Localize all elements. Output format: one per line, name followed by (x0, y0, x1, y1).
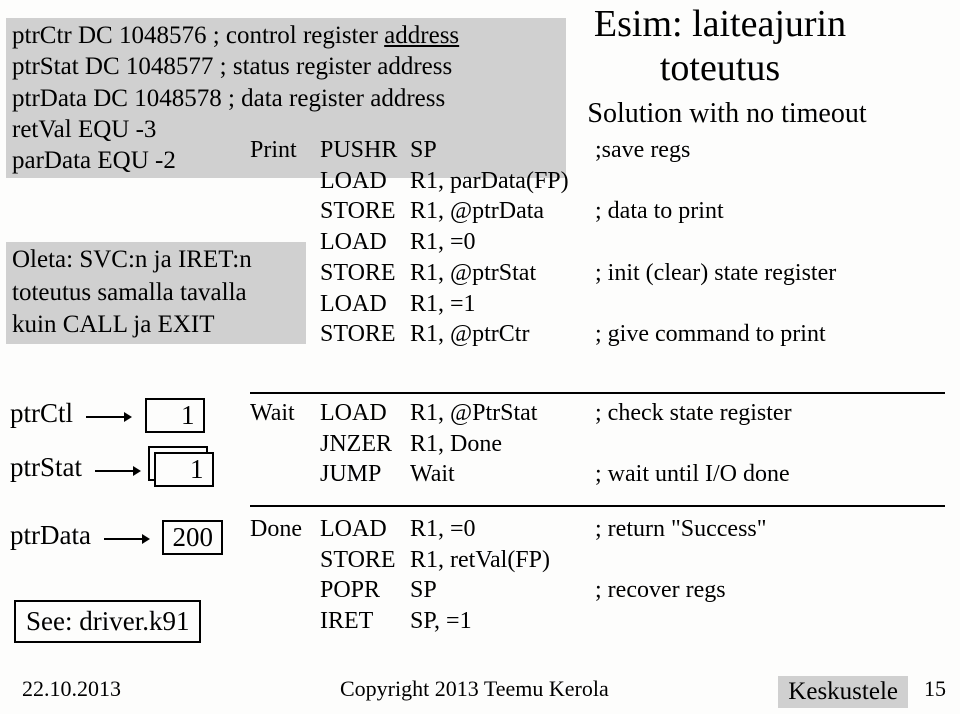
arrow-icon (104, 522, 150, 553)
arrow-icon (95, 454, 141, 485)
code-block-done: DoneLOADR1, =0; return "Success"STORER1,… (250, 514, 950, 637)
ptr-stat-diagram: ptrStat 1 (10, 452, 214, 487)
ptr-data-diagram: ptrData 200 (10, 520, 223, 555)
footer-date: 22.10.2013 (22, 676, 121, 702)
slide-title: Esim: laiteajurin toteutus (540, 2, 900, 90)
separator-line (250, 505, 945, 507)
slide-number: 15 (924, 676, 946, 702)
arrow-icon (86, 400, 132, 431)
see-driver-box: See: driver.k91 (14, 600, 201, 643)
code-block-print: PrintPUSHRSP;save regsLOADR1, parData(FP… (250, 135, 950, 350)
footer-copyright: Copyright 2013 Teemu Kerola (340, 676, 609, 702)
separator-line (250, 392, 945, 394)
discuss-label: Keskustele (778, 676, 908, 708)
code-block-wait: WaitLOADR1, @PtrStat; check state regist… (250, 398, 950, 490)
slide-subtitle: Solution with no timeout (562, 98, 892, 130)
ptr-ctl-diagram: ptrCtl 1 (10, 398, 205, 433)
